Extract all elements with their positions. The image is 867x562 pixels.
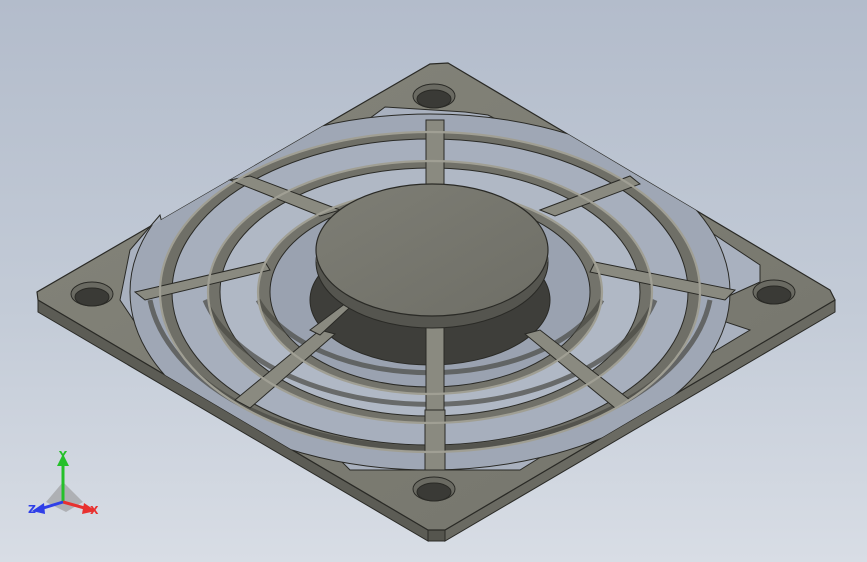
mounting-hole-right bbox=[752, 279, 796, 305]
fan-guard-model[interactable] bbox=[0, 0, 867, 562]
view-orientation-triad[interactable]: Y X Z bbox=[26, 446, 106, 526]
mounting-hole-left bbox=[70, 281, 114, 307]
y-axis-label: Y bbox=[59, 449, 67, 462]
z-axis-label: Z bbox=[28, 503, 36, 516]
graphics-viewport[interactable]: Y X Z bbox=[0, 0, 867, 562]
x-axis-label: X bbox=[90, 504, 99, 517]
mounting-hole-bottom bbox=[412, 476, 456, 502]
center-hub bbox=[315, 183, 549, 329]
mounting-hole-top bbox=[412, 83, 456, 109]
